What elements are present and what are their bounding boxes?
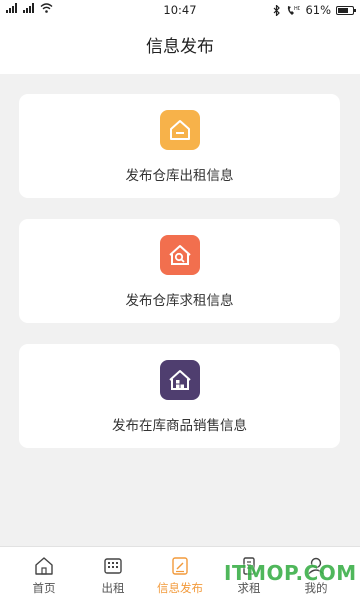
publish-goods-sale-label: 发布在库商品销售信息 — [112, 418, 247, 434]
house-icon — [159, 110, 200, 150]
home-icon — [35, 557, 53, 575]
publish-goods-sale-card[interactable]: 发布在库商品销售信息 — [19, 344, 340, 448]
battery-percent: 61% — [305, 3, 331, 17]
publish-rent-seek-card[interactable]: 发布仓库求租信息 — [19, 219, 340, 323]
status-bar: 10:47 HD 61% — [0, 0, 360, 20]
call-hd-icon: HD — [288, 5, 300, 15]
tab-rent-out-label: 出租 — [101, 581, 125, 595]
house-goods-icon — [159, 360, 200, 400]
publish-rent-seek-label: 发布仓库求租信息 — [125, 293, 234, 309]
svg-text:HD: HD — [294, 6, 300, 12]
tab-publish[interactable]: 信息发布 — [144, 547, 216, 600]
publish-rent-out-card[interactable]: 发布仓库出租信息 — [19, 94, 340, 198]
watermark: ITMOP.COM — [224, 561, 357, 585]
bluetooth-icon — [274, 4, 281, 16]
tab-publish-label: 信息发布 — [157, 581, 203, 595]
tab-home-label: 首页 — [32, 581, 56, 595]
tab-home[interactable]: 首页 — [8, 547, 80, 600]
publish-rent-out-label: 发布仓库出租信息 — [125, 168, 234, 184]
publish-icon — [172, 557, 188, 575]
page-title: 信息发布 — [0, 20, 360, 74]
battery-icon — [336, 5, 356, 15]
tab-rent-out[interactable]: 出租 — [77, 547, 149, 600]
rent-out-icon — [104, 558, 122, 574]
house-search-icon — [159, 235, 200, 275]
